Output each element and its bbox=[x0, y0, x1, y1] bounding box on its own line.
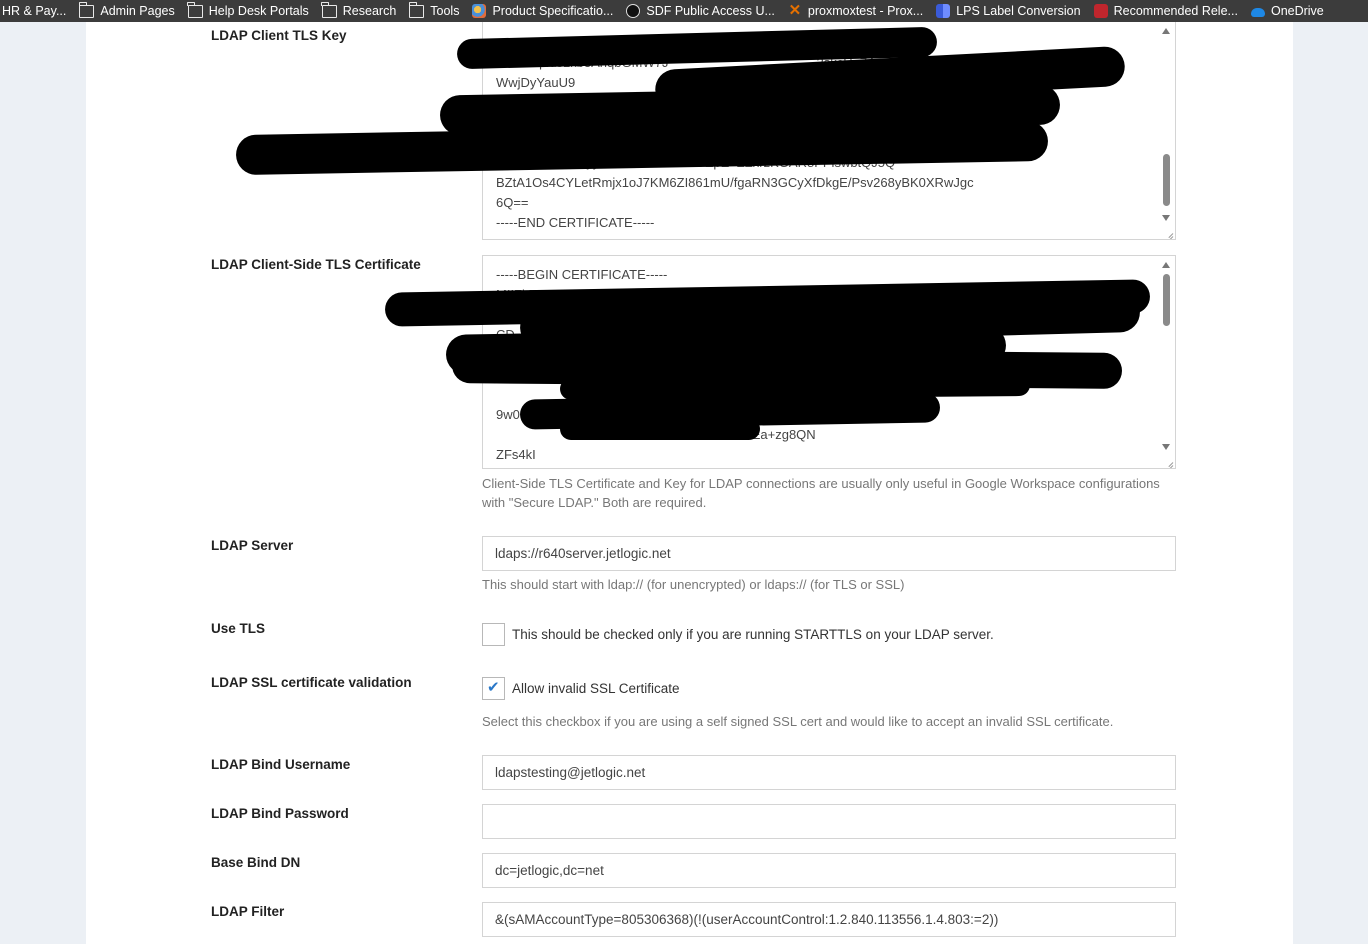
textarea-scrollbar[interactable] bbox=[1158, 256, 1175, 468]
base-bind-dn-label: Base Bind DN bbox=[211, 855, 301, 870]
bind-username-input[interactable]: ldapstesting@jetlogic.net bbox=[482, 755, 1176, 790]
ssl-validation-label: LDAP SSL certificate validation bbox=[211, 675, 412, 690]
bookmark-label: LPS Label Conversion bbox=[956, 4, 1081, 18]
base-bind-dn-input[interactable]: dc=jetlogic,dc=net bbox=[482, 853, 1176, 888]
allow-invalid-ssl-checkbox[interactable] bbox=[482, 677, 505, 700]
scroll-down-icon[interactable] bbox=[1162, 215, 1170, 221]
client-tls-key-label: LDAP Client TLS Key bbox=[211, 28, 347, 43]
bookmark-proxmoxtest[interactable]: ✕ proxmoxtest - Prox... bbox=[782, 0, 930, 22]
bookmark-product-specification[interactable]: Product Specificatio... bbox=[466, 0, 620, 22]
sdf-favicon-icon bbox=[626, 4, 641, 18]
use-tls-checkbox-label[interactable]: This should be checked only if you are r… bbox=[512, 627, 994, 642]
bookmark-sdf-public-access[interactable]: SDF Public Access U... bbox=[620, 0, 782, 22]
scroll-up-icon[interactable] bbox=[1162, 262, 1170, 268]
use-tls-label: Use TLS bbox=[211, 621, 266, 636]
bookmark-help-desk-portals[interactable]: Help Desk Portals bbox=[182, 0, 316, 22]
page-background bbox=[1293, 22, 1368, 944]
folder-icon bbox=[187, 1, 203, 18]
bookmark-label: Product Specificatio... bbox=[492, 4, 614, 18]
product-spec-favicon-icon bbox=[472, 4, 487, 18]
cloud-icon bbox=[1250, 7, 1265, 17]
textarea-scrollbar[interactable] bbox=[1158, 22, 1175, 239]
ssl-validation-help-text: Select this checkbox if you are using a … bbox=[482, 714, 1114, 729]
scrollbar-thumb[interactable] bbox=[1163, 274, 1170, 326]
bookmark-recommended-releases[interactable]: Recommended Rele... bbox=[1088, 0, 1245, 22]
bookmark-lps-label-conversion[interactable]: LPS Label Conversion bbox=[930, 0, 1087, 22]
lps-favicon-icon bbox=[936, 4, 951, 18]
bookmark-onedrive[interactable]: OneDrive bbox=[1245, 0, 1331, 22]
bookmarks-bar: HR & Pay... Admin Pages Help Desk Portal… bbox=[0, 0, 1368, 22]
bind-username-label: LDAP Bind Username bbox=[211, 757, 351, 772]
resize-grip-icon[interactable] bbox=[1163, 456, 1173, 466]
ldap-server-input[interactable]: ldaps://r640server.jetlogic.net bbox=[482, 536, 1176, 571]
ldap-server-label: LDAP Server bbox=[211, 538, 294, 553]
use-tls-checkbox[interactable] bbox=[482, 623, 505, 646]
ldap-filter-input[interactable]: &(sAMAccountType=805306368)(!(userAccoun… bbox=[482, 902, 1176, 937]
client-tls-help-text: Client-Side TLS Certificate and Key for … bbox=[482, 476, 1160, 510]
bookmark-label: Research bbox=[342, 4, 397, 18]
scroll-up-icon[interactable] bbox=[1162, 28, 1170, 34]
folder-icon bbox=[321, 1, 337, 18]
allow-invalid-ssl-label[interactable]: Allow invalid SSL Certificate bbox=[512, 681, 680, 696]
bookmark-research[interactable]: Research bbox=[316, 0, 404, 22]
bookmark-label: OneDrive bbox=[1270, 4, 1324, 18]
bind-password-input[interactable] bbox=[482, 804, 1176, 839]
scrollbar-thumb[interactable] bbox=[1163, 154, 1170, 206]
bookmark-label: Tools bbox=[430, 4, 460, 18]
recommended-favicon-icon bbox=[1093, 4, 1108, 18]
resize-grip-icon[interactable] bbox=[1163, 227, 1173, 237]
bookmark-label: Help Desk Portals bbox=[208, 4, 309, 18]
bookmark-label: HR & Pay... bbox=[2, 4, 67, 18]
bookmark-label: Recommended Rele... bbox=[1113, 4, 1238, 18]
folder-icon bbox=[408, 1, 425, 18]
bookmark-label: Admin Pages bbox=[100, 4, 175, 18]
bind-password-label: LDAP Bind Password bbox=[211, 806, 349, 821]
bookmark-hr-pay[interactable]: HR & Pay... bbox=[0, 0, 73, 22]
scroll-down-icon[interactable] bbox=[1162, 444, 1170, 450]
client-tls-cert-label: LDAP Client-Side TLS Certificate bbox=[211, 257, 421, 272]
bookmark-admin-pages[interactable]: Admin Pages bbox=[73, 0, 181, 22]
folder-icon bbox=[78, 1, 95, 18]
ldap-server-help-text: This should start with ldap:// (for unen… bbox=[482, 577, 905, 592]
redaction-mark bbox=[560, 418, 760, 440]
bookmark-label: SDF Public Access U... bbox=[646, 4, 775, 18]
ldap-filter-label: LDAP Filter bbox=[211, 904, 285, 919]
bookmark-label: proxmoxtest - Prox... bbox=[807, 4, 924, 18]
bookmark-tools[interactable]: Tools bbox=[403, 0, 466, 22]
proxmox-x-icon: ✕ bbox=[788, 2, 802, 19]
redaction-mark bbox=[529, 100, 951, 146]
